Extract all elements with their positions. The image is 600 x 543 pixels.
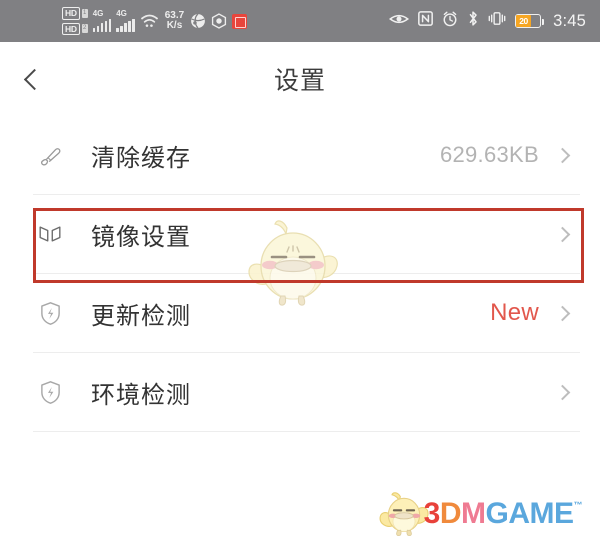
list-item-clear-cache[interactable]: 清除缓存 629.63KB [0,116,600,194]
status-bar-left-group: HD 1 HD 2 4G 4G 63.7 K/s [62,6,248,36]
back-button[interactable] [0,42,64,116]
brush-icon [33,142,67,168]
network-speed-indicator: 63.7 K/s [165,10,184,32]
list-item-update-check[interactable]: 更新检测 New [0,274,600,352]
chevron-right-icon [554,147,571,163]
hexagon-icon [211,13,227,29]
status-badge-new: New [490,299,539,326]
wifi-icon [140,14,159,29]
bluetooth-icon [467,10,479,32]
list-item-mirror-settings[interactable]: 镜像设置 [0,195,600,273]
network-speed-unit: K/s [166,20,183,31]
network-type-label: 4G [116,9,127,18]
hd-badge-icon: HD [62,6,80,20]
list-item-label: 清除缓存 [91,144,191,172]
alarm-clock-icon [442,11,458,32]
settings-list: 清除缓存 629.63KB 镜像设置 更新检测 New 环境检测 [0,116,600,432]
signal-bars-icon [92,19,112,32]
hd-badge-icon: HD [62,22,80,36]
trademark-symbol: ™ [573,500,583,510]
globe-icon [190,13,206,29]
chevron-right-icon [554,384,571,400]
status-bar-right-group: 20 3:45 [389,10,586,32]
page-title: 设置 [273,67,326,95]
shield-icon [33,380,67,405]
signal-bars-icon [116,19,135,32]
mirror-book-icon [33,224,67,244]
chevron-right-icon [554,226,571,242]
network-type-label: 4G [92,9,104,18]
cache-size-value: 629.63KB [439,142,539,167]
chick-mascot-icon [378,491,430,537]
list-divider [33,431,580,432]
logo-char-m: M [461,497,486,530]
dual-sim-hd-group: HD 1 HD 2 [62,6,88,36]
red-square-app-icon [232,13,248,29]
signal-strength-1: 4G [92,9,112,32]
logo-char-3: 3 [423,497,441,530]
footer-brand-logo: 3 D M GAME ™ [378,491,582,537]
battery-icon: 20 [515,14,545,28]
eye-icon [389,12,410,31]
back-chevron-icon [23,68,46,90]
sim1-hd-row: HD 1 [62,6,88,20]
logo-char-d: D [439,497,462,530]
sim2-hd-row: HD 2 [62,22,88,36]
signal-strength-2: 4G [116,10,135,32]
battery-level-label: 20 [516,15,531,27]
vibrate-icon [488,11,506,31]
chevron-right-icon [554,305,571,321]
status-bar: HD 1 HD 2 4G 4G 63.7 K/s 20 3:45 [0,0,600,42]
list-item-label: 环境检测 [91,381,191,409]
list-item-label: 更新检测 [91,302,191,330]
sim-2-icon: 2 [81,24,88,34]
list-item-label: 镜像设置 [91,223,191,251]
list-item-environment-check[interactable]: 环境检测 [0,353,600,431]
app-header: 设置 [0,42,600,116]
brand-wordmark: 3 D M GAME ™ [423,497,583,530]
shield-icon [33,301,67,326]
sim-1-icon: 1 [81,8,88,18]
logo-word-game: GAME [485,497,575,530]
status-bar-clock: 3:45 [553,11,586,30]
nfc-icon [418,11,433,31]
